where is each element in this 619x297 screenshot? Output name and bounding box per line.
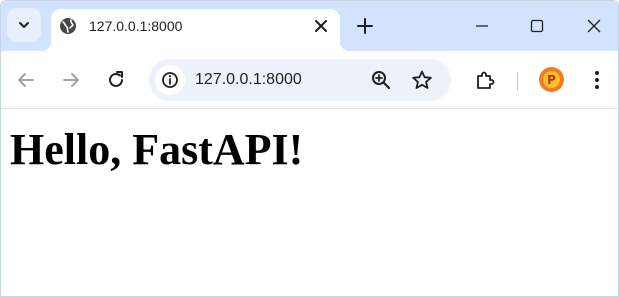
browser-toolbar: 127.0.0.1:8000 P — [1, 51, 618, 109]
url-text[interactable]: 127.0.0.1:8000 — [195, 71, 302, 89]
zoom-icon[interactable] — [371, 70, 391, 90]
address-bar[interactable]: 127.0.0.1:8000 — [149, 59, 451, 101]
back-icon[interactable] — [15, 69, 37, 91]
page-heading: Hello, FastAPI! — [10, 125, 304, 174]
minimize-icon — [476, 25, 488, 27]
minimize-button[interactable] — [467, 11, 497, 41]
extensions-icon[interactable] — [474, 69, 496, 91]
globe-icon — [60, 18, 76, 34]
profile-initial: P — [543, 71, 560, 88]
maximize-button[interactable] — [522, 11, 552, 41]
tab-title: 127.0.0.1:8000 — [89, 18, 183, 34]
site-info-button[interactable] — [155, 65, 185, 95]
reload-icon[interactable] — [105, 69, 127, 91]
close-icon[interactable] — [312, 17, 330, 35]
page-content: Hello, FastAPI! — [1, 110, 618, 296]
profile-avatar[interactable]: P — [539, 67, 564, 92]
new-tab-icon[interactable] — [355, 16, 375, 36]
star-icon[interactable] — [411, 69, 433, 91]
forward-icon[interactable] — [60, 69, 82, 91]
maximize-icon — [530, 19, 544, 33]
toolbar-divider — [517, 72, 518, 90]
window-close-button[interactable] — [579, 11, 609, 41]
tab-search-icon — [19, 22, 29, 28]
tab-strip: 127.0.0.1:8000 — [1, 1, 618, 51]
window-close-icon — [587, 19, 601, 33]
info-icon — [162, 72, 178, 88]
tab-search-button[interactable] — [7, 8, 41, 42]
browser-window: 127.0.0.1:8000 127.0.0.1:8000 P Hello, F… — [0, 0, 619, 297]
menu-icon[interactable] — [587, 69, 607, 91]
active-tab[interactable]: 127.0.0.1:8000 — [41, 9, 350, 51]
